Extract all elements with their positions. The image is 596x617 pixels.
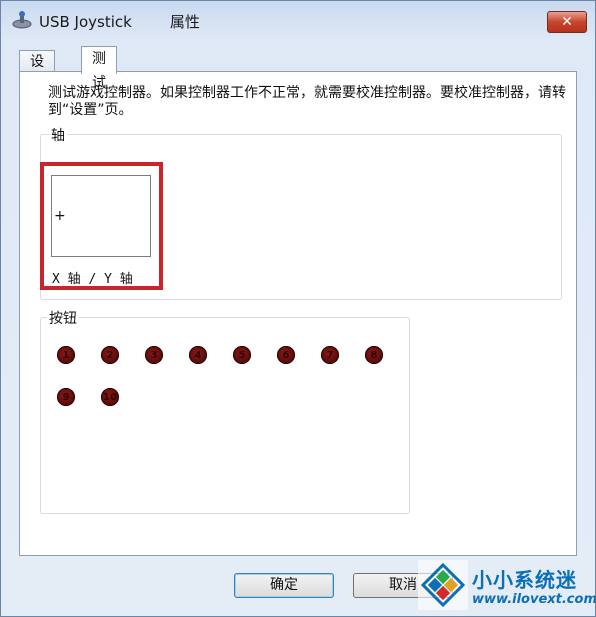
joystick-button-6-number: 6 <box>282 349 290 361</box>
button-group-label: 按钮 <box>47 308 79 328</box>
joystick-button-2: 2 <box>101 346 119 364</box>
joystick-button-1: 1 <box>57 346 75 364</box>
properties-window: USB Joystick 属性 ✕ 设置 测试 测试游戏控制器。如果控制器工作不正… <box>0 0 596 617</box>
window-title-suffix: 属性 <box>169 13 200 31</box>
window-title: USB Joystick 属性 <box>39 11 200 32</box>
watermark-title: 小小系统迷 <box>472 568 577 592</box>
close-icon: ✕ <box>561 14 573 30</box>
ok-button-label: 确定 <box>270 577 298 593</box>
window-title-name: USB Joystick <box>39 13 132 31</box>
joystick-button-2-number: 2 <box>106 349 114 361</box>
test-panel: 测试游戏控制器。如果控制器工作不正常，就需要校准控制器。要校准控制器，请转到“设… <box>19 71 577 556</box>
tab-test[interactable]: 测试 <box>81 46 117 91</box>
joystick-button-7-number: 7 <box>326 349 334 361</box>
watermark-url: www.ilovext.com <box>472 592 596 607</box>
description-text: 测试游戏控制器。如果控制器工作不正常，就需要校准控制器。要校准控制器，请转到“设… <box>48 85 566 118</box>
axis-group-label: 轴 <box>49 125 67 145</box>
button-group: 按钮 1 2 3 4 5 6 7 8 9 10 <box>40 308 410 514</box>
ok-button[interactable]: 确定 <box>234 573 334 598</box>
joystick-button-5: 5 <box>233 346 251 364</box>
title-bar: USB Joystick 属性 ✕ <box>1 1 595 39</box>
joystick-button-8-number: 8 <box>370 349 378 361</box>
tab-settings[interactable]: 设置 <box>19 50 55 92</box>
joystick-button-3-number: 3 <box>150 349 158 361</box>
site-watermark: 小小系统迷 www.ilovext.com <box>412 556 596 617</box>
watermark-logo-icon <box>418 560 468 610</box>
joystick-button-5-number: 5 <box>238 349 246 361</box>
joystick-icon <box>12 11 32 29</box>
joystick-button-10: 10 <box>101 388 119 406</box>
joystick-button-7: 7 <box>321 346 339 364</box>
joystick-button-4: 4 <box>189 346 207 364</box>
joystick-button-9-number: 9 <box>62 391 70 403</box>
joystick-button-4-number: 4 <box>194 349 202 361</box>
joystick-button-1-number: 1 <box>62 349 70 361</box>
joystick-button-10-number: 10 <box>103 391 117 403</box>
joystick-button-9: 9 <box>57 388 75 406</box>
highlight-box <box>40 162 163 290</box>
joystick-button-6: 6 <box>277 346 295 364</box>
close-button[interactable]: ✕ <box>547 11 587 33</box>
joystick-button-3: 3 <box>145 346 163 364</box>
joystick-button-8: 8 <box>365 346 383 364</box>
tab-test-label: 测试 <box>92 51 106 91</box>
